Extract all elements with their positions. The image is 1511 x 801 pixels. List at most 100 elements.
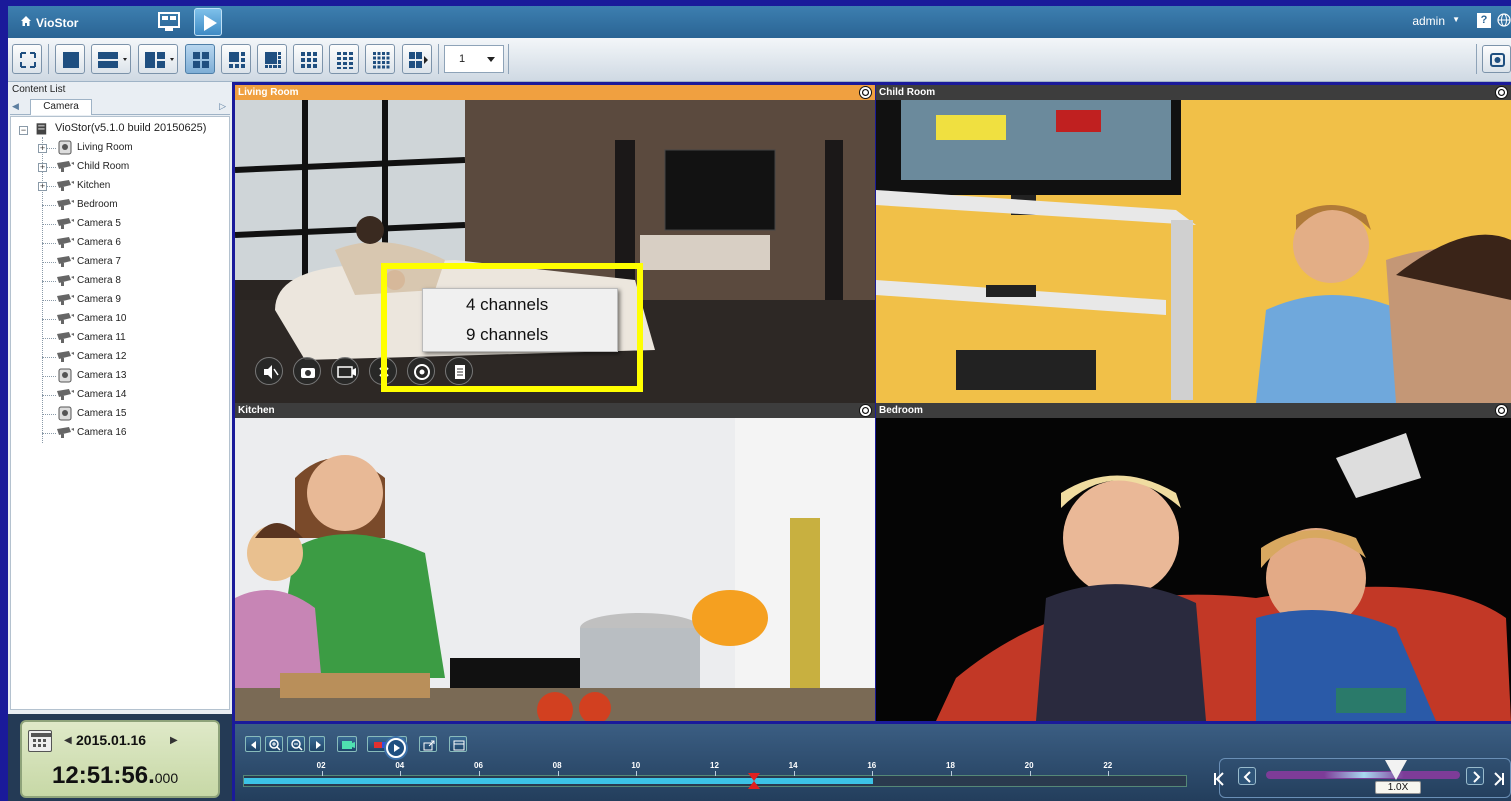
tree-camera-child-room[interactable]: Child Room xyxy=(55,158,225,176)
menu-item-4-channels[interactable]: 4 channels xyxy=(466,295,548,315)
skip-back-icon[interactable] xyxy=(1212,769,1226,789)
ptz-camera-icon xyxy=(58,406,72,421)
layout-6-button[interactable] xyxy=(221,44,251,74)
zoom-out-button[interactable] xyxy=(287,736,305,752)
multi-split-icon xyxy=(145,52,174,68)
snapshot-button[interactable] xyxy=(293,357,321,385)
layout-split-button[interactable] xyxy=(91,44,131,74)
layout-12-button[interactable] xyxy=(329,44,359,74)
video-cell-bedroom[interactable]: Bedroom xyxy=(876,403,1511,721)
play-icon xyxy=(388,740,404,756)
video-cell-kitchen[interactable]: Kitchen xyxy=(235,403,875,721)
video-cell-title: Bedroom xyxy=(879,405,923,416)
speed-pointer-icon xyxy=(1385,760,1407,780)
tree-camera-camera-8[interactable]: Camera 8 xyxy=(55,272,225,290)
layout-8-button[interactable] xyxy=(257,44,287,74)
app-title: VioStor xyxy=(36,16,79,30)
slower-button[interactable] xyxy=(1238,767,1256,785)
expand-toggle[interactable]: + xyxy=(38,163,47,172)
page-select[interactable]: 1 xyxy=(444,45,504,73)
refresh-icon[interactable] xyxy=(859,86,872,99)
layout-16-button[interactable] xyxy=(365,44,395,74)
settings-button[interactable] xyxy=(1482,45,1511,73)
collapse-toggle[interactable]: − xyxy=(19,126,28,135)
layout-more-button[interactable] xyxy=(402,44,432,74)
tree-camera-label: Kitchen xyxy=(77,180,111,191)
tree-camera-camera-7[interactable]: Camera 7 xyxy=(55,253,225,271)
fullscreen-button[interactable] xyxy=(12,44,42,74)
monitor-icon[interactable] xyxy=(156,9,182,35)
ruler-hour-label: 16 xyxy=(867,761,877,770)
refresh-icon[interactable] xyxy=(1495,86,1508,99)
camera-icon xyxy=(57,275,74,286)
tree-camera-camera-9[interactable]: Camera 9 xyxy=(55,291,225,309)
tree-camera-camera-13[interactable]: Camera 13 xyxy=(55,367,225,385)
tab-scroll-right-icon[interactable]: ▷ xyxy=(219,101,226,112)
camera-icon xyxy=(57,389,74,400)
ruler-hour-label: 02 xyxy=(316,761,326,770)
tree-camera-living-room[interactable]: Living Room xyxy=(55,139,225,157)
layout-multi-button[interactable] xyxy=(138,44,178,74)
tree-camera-camera-5[interactable]: Camera 5 xyxy=(55,215,225,233)
home-icon[interactable] xyxy=(20,15,32,27)
help-icon[interactable]: ? xyxy=(1477,13,1491,28)
tree-camera-camera-10[interactable]: Camera 10 xyxy=(55,310,225,328)
user-menu[interactable]: admin xyxy=(1412,14,1445,28)
tree-camera-camera-16[interactable]: Camera 16 xyxy=(55,424,225,442)
ruler-tick xyxy=(793,771,795,776)
timeline-back-button[interactable] xyxy=(245,736,261,752)
video-cell-header: Bedroom xyxy=(876,403,1511,418)
tree-camera-camera-15[interactable]: Camera 15 xyxy=(55,405,225,423)
speed-slider[interactable] xyxy=(1266,771,1460,779)
tree-server[interactable]: VioStor(v5.1.0 build 20150625) xyxy=(35,120,225,138)
chevron-left-icon xyxy=(1243,771,1251,783)
previous-day-icon[interactable]: ◀ xyxy=(64,735,72,746)
tree-camera-kitchen[interactable]: Kitchen xyxy=(55,177,225,195)
refresh-icon[interactable] xyxy=(859,404,872,417)
video-cell-child-room[interactable]: Child Room xyxy=(876,85,1511,403)
tree-camera-camera-6[interactable]: Camera 6 xyxy=(55,234,225,252)
zoom-in-button[interactable] xyxy=(265,736,283,752)
timeline-track[interactable] xyxy=(243,775,1187,787)
tree-camera-camera-12[interactable]: Camera 12 xyxy=(55,348,225,366)
camera-icon xyxy=(57,332,74,343)
channel-popup-menu: 4 channels 9 channels xyxy=(422,288,618,352)
tree-camera-label: Camera 8 xyxy=(77,275,121,286)
playback-mode-button[interactable] xyxy=(194,8,222,36)
camera-select-button[interactable] xyxy=(337,736,357,752)
horizontal-split-icon xyxy=(98,52,127,68)
faster-button[interactable] xyxy=(1466,767,1484,785)
grid-8-icon xyxy=(265,52,281,68)
bookmark-button[interactable] xyxy=(449,736,467,752)
record-button[interactable] xyxy=(331,357,359,385)
skip-forward-icon[interactable] xyxy=(1492,769,1506,789)
tab-camera[interactable]: Camera xyxy=(30,99,92,115)
chevron-down-icon[interactable]: ▼ xyxy=(1452,15,1460,24)
export-button[interactable] xyxy=(419,736,437,752)
next-day-icon[interactable]: ▶ xyxy=(170,735,178,746)
globe-icon[interactable] xyxy=(1497,12,1511,28)
tab-scroll-left-icon[interactable]: ◀ xyxy=(12,101,19,112)
time-cursor-icon[interactable] xyxy=(747,773,761,789)
video-record-icon xyxy=(337,366,356,378)
ruler-hour-label: 10 xyxy=(631,761,641,770)
layout-4-button[interactable] xyxy=(185,44,215,74)
layout-1-button[interactable] xyxy=(55,44,85,74)
timeline-forward-button[interactable] xyxy=(309,736,325,752)
tree-camera-camera-14[interactable]: Camera 14 xyxy=(55,386,225,404)
time-display: 12:51:56.000 xyxy=(52,762,178,790)
expand-toggle[interactable]: + xyxy=(38,144,47,153)
layout-9-button[interactable] xyxy=(293,44,323,74)
ruler-hour-label: 04 xyxy=(395,761,405,770)
tree-camera-label: Camera 15 xyxy=(77,408,127,419)
expand-toggle[interactable]: + xyxy=(38,182,47,191)
tree-camera-bedroom[interactable]: Bedroom xyxy=(55,196,225,214)
tree-camera-camera-11[interactable]: Camera 11 xyxy=(55,329,225,347)
mute-button[interactable] xyxy=(255,357,283,385)
menu-item-9-channels[interactable]: 9 channels xyxy=(466,325,548,345)
tree-camera-label: Camera 12 xyxy=(77,351,127,362)
refresh-icon[interactable] xyxy=(1495,404,1508,417)
play-pause-button[interactable] xyxy=(384,736,408,760)
content-list-label: Content List xyxy=(12,84,66,95)
calendar-icon[interactable] xyxy=(28,730,52,752)
